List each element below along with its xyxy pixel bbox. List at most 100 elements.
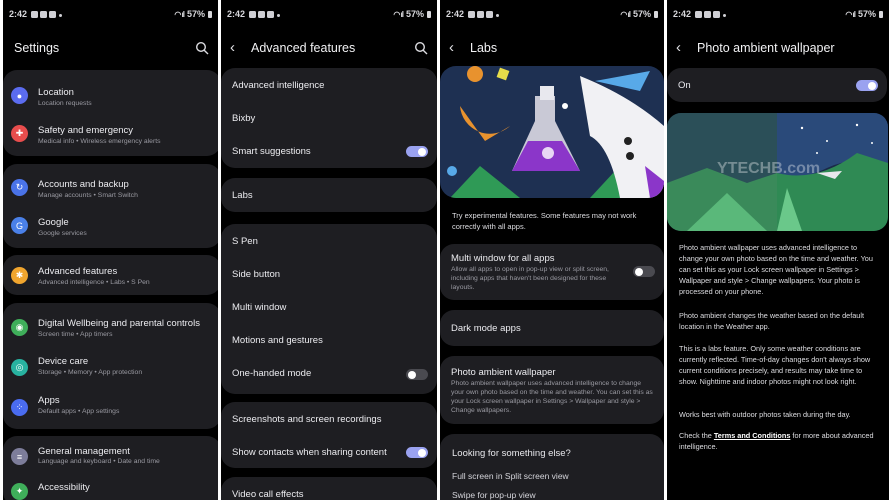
terms-link[interactable]: Terms and Conditions bbox=[714, 431, 791, 440]
item-advanced-intelligence[interactable]: Advanced intelligence bbox=[221, 68, 437, 101]
item-video-call-effects[interactable]: Video call effects bbox=[221, 477, 437, 500]
dot-icon bbox=[59, 14, 62, 17]
item-label: Digital Wellbeing and parental controls bbox=[38, 318, 200, 329]
item-sub: Medical info • Wireless emergency alerts bbox=[38, 138, 161, 145]
item-dark-mode-apps[interactable]: Dark mode apps bbox=[440, 310, 664, 346]
battery-level: 57% bbox=[632, 9, 651, 19]
page-title: Photo ambient wallpaper bbox=[697, 41, 835, 55]
item-label: One-handed mode bbox=[232, 368, 312, 379]
item-side-button[interactable]: Side button bbox=[221, 257, 437, 290]
notification-icons bbox=[31, 11, 56, 18]
back-icon[interactable]: ‹ bbox=[449, 39, 454, 56]
item-one-handed[interactable]: One-handed mode bbox=[221, 357, 437, 390]
signal-icon: ◠ ıl bbox=[845, 9, 856, 19]
settings-item-advanced[interactable]: ✱ Advanced features Advanced intelligenc… bbox=[3, 256, 218, 294]
page-title: Labs bbox=[470, 41, 498, 55]
item-labs[interactable]: Labs bbox=[221, 178, 437, 212]
item-smart-suggestions[interactable]: Smart suggestions bbox=[221, 134, 437, 167]
status-bar: 2:42 ◠ ıl 57% bbox=[440, 9, 664, 23]
item-sub: Language and keyboard • Date and time bbox=[38, 458, 160, 465]
item-label: General management bbox=[38, 446, 130, 457]
item-sub: Storage • Memory • App protection bbox=[38, 369, 143, 376]
one-handed-toggle[interactable] bbox=[406, 369, 428, 380]
settings-item-google[interactable]: G Google Google services bbox=[3, 206, 218, 244]
back-icon[interactable]: ‹ bbox=[676, 39, 681, 56]
photo-ambient-header: ‹ Photo ambient wallpaper bbox=[667, 38, 889, 60]
battery-icon bbox=[654, 10, 658, 18]
item-label: Multi window for all apps bbox=[451, 253, 555, 264]
advanced-card-2: Labs bbox=[221, 178, 437, 212]
show-contacts-toggle[interactable] bbox=[406, 447, 428, 458]
settings-item-device-care[interactable]: ◎ Device care Storage • Memory • App pro… bbox=[3, 347, 218, 387]
link-full-screen[interactable]: Full screen in Split screen view bbox=[452, 471, 569, 481]
terms-paragraph: Check the Terms and Conditions for more … bbox=[679, 430, 879, 452]
settings-item-apps[interactable]: ⁘ Apps Default apps • App settings bbox=[3, 387, 218, 427]
battery-level: 57% bbox=[186, 9, 205, 19]
status-right: ◠ ıl 57% bbox=[620, 9, 658, 19]
apps-icon: ⁘ bbox=[11, 399, 28, 416]
photo-ambient-screen: 2:42 ◠ ıl 57% ‹ Photo ambient wallpaper … bbox=[667, 0, 889, 500]
sliders-icon: ≡ bbox=[11, 448, 28, 465]
smart-suggestions-toggle[interactable] bbox=[406, 146, 428, 157]
notification-icons bbox=[249, 11, 274, 18]
description-3: This is a labs feature. Only some weathe… bbox=[679, 344, 871, 386]
notification-icons bbox=[468, 11, 493, 18]
item-photo-ambient[interactable]: Photo ambient wallpaper Photo ambient wa… bbox=[440, 356, 664, 424]
location-icon: ● bbox=[11, 87, 28, 104]
labs-header: ‹ Labs bbox=[440, 38, 664, 60]
item-motions-gestures[interactable]: Motions and gestures bbox=[221, 324, 437, 357]
search-icon[interactable] bbox=[414, 41, 428, 55]
labs-card-2: Dark mode apps bbox=[440, 310, 664, 346]
item-sub: Allow all apps to open in pop-up view or… bbox=[451, 266, 609, 291]
labs-card-1: Multi window for all apps Allow all apps… bbox=[440, 244, 664, 300]
link-swipe-popup[interactable]: Swipe for pop-up view bbox=[452, 490, 536, 500]
google-icon: G bbox=[11, 217, 28, 234]
item-label: Advanced features bbox=[38, 266, 118, 277]
item-label: Motions and gestures bbox=[232, 335, 323, 346]
search-icon[interactable] bbox=[195, 41, 209, 55]
item-multi-window-all[interactable]: Multi window for all apps Allow all apps… bbox=[440, 244, 664, 300]
settings-item-wellbeing[interactable]: ◉ Digital Wellbeing and parental control… bbox=[3, 307, 218, 347]
advanced-header: ‹ Advanced features bbox=[221, 38, 437, 60]
device-care-icon: ◎ bbox=[11, 359, 28, 376]
advanced-card-4: Screenshots and screen recordings Show c… bbox=[221, 402, 437, 468]
battery-level: 57% bbox=[405, 9, 424, 19]
photo-ambient-toggle[interactable] bbox=[856, 80, 878, 91]
battery-level: 57% bbox=[857, 9, 876, 19]
item-label: Show contacts when sharing content bbox=[232, 447, 387, 458]
battery-icon bbox=[208, 10, 212, 18]
settings-item-accessibility[interactable]: ✦ Accessibility bbox=[3, 476, 218, 500]
back-icon[interactable]: ‹ bbox=[230, 39, 235, 56]
settings-item-accounts[interactable]: ↻ Accounts and backup Manage accounts • … bbox=[3, 168, 218, 206]
item-label: Google bbox=[38, 217, 69, 228]
item-label: Side button bbox=[232, 269, 281, 280]
item-label: Video call effects bbox=[232, 489, 304, 500]
item-label: Advanced intelligence bbox=[232, 80, 325, 91]
multi-window-toggle[interactable] bbox=[633, 266, 655, 277]
item-label: Dark mode apps bbox=[451, 323, 521, 334]
advanced-card-1: Advanced intelligence Bixby Smart sugges… bbox=[221, 68, 437, 168]
item-bixby[interactable]: Bixby bbox=[221, 101, 437, 134]
status-time: 2:42 bbox=[446, 9, 465, 19]
item-label: Accounts and backup bbox=[38, 179, 129, 190]
item-screenshots[interactable]: Screenshots and screen recordings bbox=[221, 402, 437, 435]
photo-ambient-master-switch[interactable]: On bbox=[667, 68, 887, 102]
item-label: S Pen bbox=[232, 236, 258, 247]
labs-illustration bbox=[440, 66, 664, 198]
item-sub: Default apps • App settings bbox=[38, 408, 120, 415]
on-label: On bbox=[678, 80, 691, 91]
status-right: ◠ ıl 57% bbox=[845, 9, 883, 19]
settings-item-location[interactable]: ● Location Location requests bbox=[3, 76, 218, 114]
item-show-contacts[interactable]: Show contacts when sharing content bbox=[221, 435, 437, 468]
item-multi-window[interactable]: Multi window bbox=[221, 290, 437, 324]
settings-card-1: ● Location Location requests ✚ Safety an… bbox=[3, 70, 218, 156]
item-s-pen[interactable]: S Pen bbox=[221, 224, 437, 257]
item-label: Screenshots and screen recordings bbox=[232, 414, 382, 425]
status-right: ◠ ıl 57% bbox=[174, 9, 212, 19]
settings-item-general[interactable]: ≡ General management Language and keyboa… bbox=[3, 438, 218, 476]
item-label: Photo ambient wallpaper bbox=[451, 367, 556, 378]
status-bar: 2:42 ◠ ıl 57% bbox=[221, 9, 437, 23]
page-title: Settings bbox=[14, 41, 60, 55]
labs-card-3: Photo ambient wallpaper Photo ambient wa… bbox=[440, 356, 664, 424]
settings-item-safety[interactable]: ✚ Safety and emergency Medical info • Wi… bbox=[3, 114, 218, 152]
